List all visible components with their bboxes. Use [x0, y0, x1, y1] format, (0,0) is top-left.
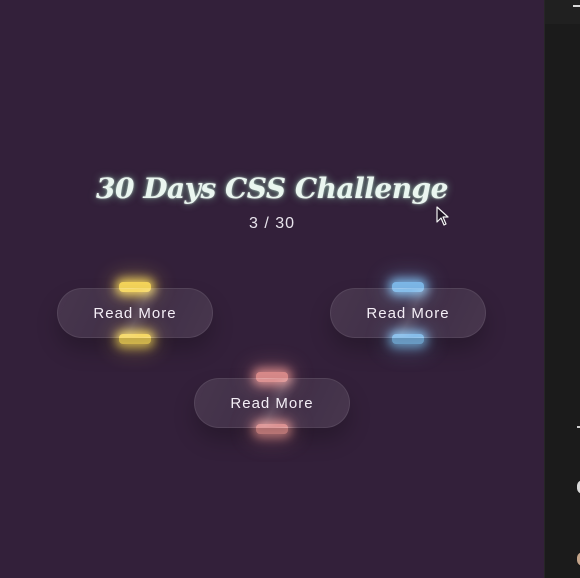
- read-more-button-group-yellow: Read More: [57, 282, 213, 344]
- side-panel: [544, 0, 580, 578]
- demo-stage: 30 Days CSS Challenge 3 / 30 Read More R…: [0, 0, 544, 578]
- day-counter: 3 / 30: [248, 215, 296, 232]
- read-more-button-group-red: Read More: [194, 372, 350, 434]
- page-title: 30 Days CSS Challenge: [96, 172, 448, 205]
- side-panel-toolbar: [545, 0, 580, 24]
- read-more-button[interactable]: Read More: [57, 288, 213, 338]
- read-more-button-group-blue: Read More: [330, 282, 486, 344]
- read-more-button[interactable]: Read More: [194, 378, 350, 428]
- read-more-button[interactable]: Read More: [330, 288, 486, 338]
- minimize-icon[interactable]: [573, 5, 580, 7]
- mouse-pointer-icon: [436, 206, 449, 226]
